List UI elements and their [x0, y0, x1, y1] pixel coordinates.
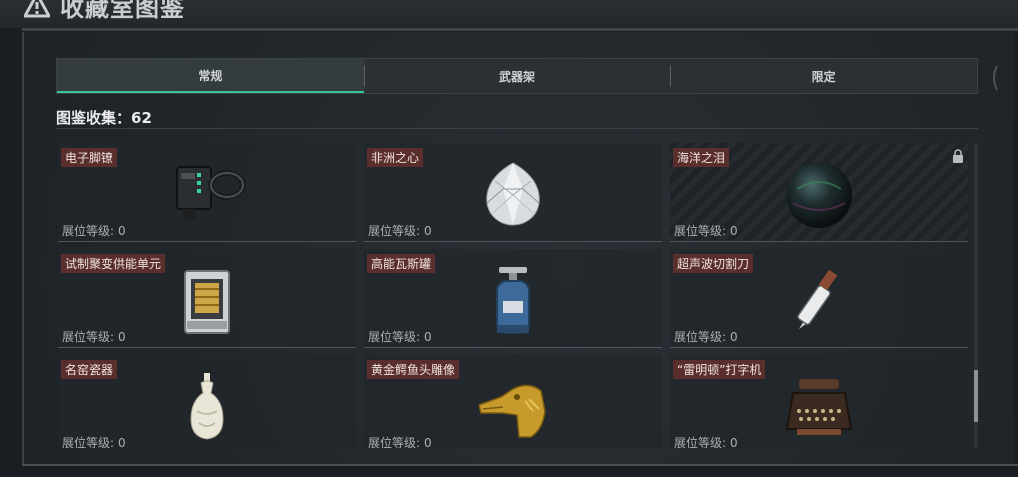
electronic-shackle-icon: [176, 166, 246, 221]
title-divider: [22, 28, 1018, 31]
item-level: 展位等级: 0: [674, 434, 738, 448]
item-card[interactable]: 名窑瓷器 展位等级: 0: [58, 355, 356, 448]
item-name: 非洲之心: [367, 148, 424, 167]
level-label: 展位等级:: [62, 330, 115, 344]
level-label: 展位等级:: [62, 224, 115, 238]
side-deco-icon: [993, 65, 998, 91]
lock-icon: [953, 149, 963, 163]
item-card[interactable]: 黄金鳄鱼头雕像 展位等级: 0: [364, 355, 662, 448]
category-tabs: 常规 武器架 限定: [56, 58, 978, 94]
gas-canister-icon: [496, 267, 530, 334]
page-title: 收藏室图鉴: [60, 0, 185, 22]
tab-label: 武器架: [499, 69, 536, 84]
porcelain-vase-icon: [190, 373, 224, 440]
item-card[interactable]: 非洲之心 展位等级: 0: [364, 143, 662, 242]
item-level: 展位等级: 0: [368, 434, 432, 448]
fusion-cell-icon: [184, 270, 230, 334]
item-grid: 电子脚镣 展位等级: 0 非洲之心 展位等级: 0 海洋之泪 展位等级: 0 试…: [58, 143, 968, 448]
level-label: 展位等级:: [368, 436, 421, 448]
level-value: 0: [118, 224, 126, 238]
level-value: 0: [118, 436, 126, 448]
level-label: 展位等级:: [674, 224, 727, 238]
level-label: 展位等级:: [368, 224, 421, 238]
level-value: 0: [730, 436, 738, 448]
item-name: 海洋之泪: [673, 148, 730, 167]
dark-pearl-icon: [786, 162, 852, 228]
title-bar: 收藏室图鉴: [0, 0, 1018, 28]
item-level: 展位等级: 0: [674, 328, 738, 345]
level-label: 展位等级:: [674, 330, 727, 344]
level-value: 0: [424, 436, 432, 448]
item-level: 展位等级: 0: [62, 222, 126, 239]
level-value: 0: [118, 330, 126, 344]
tab-weapon-rack[interactable]: 武器架: [363, 59, 671, 93]
scrollbar-thumb[interactable]: [974, 370, 978, 422]
level-label: 展位等级:: [674, 436, 727, 448]
item-name: 超声波切割刀: [673, 254, 754, 273]
item-card[interactable]: 高能瓦斯罐 展位等级: 0: [364, 249, 662, 348]
item-name: 试制聚变供能单元: [61, 254, 166, 273]
level-value: 0: [424, 330, 432, 344]
ultrasonic-knife-icon: [797, 269, 838, 329]
item-card-locked[interactable]: 海洋之泪 展位等级: 0: [670, 143, 968, 242]
item-name: 黄金鳄鱼头雕像: [367, 360, 460, 379]
tab-label: 限定: [811, 69, 836, 84]
collection-count: 图鉴收集：62: [56, 109, 152, 127]
tab-limited[interactable]: 限定: [670, 59, 977, 93]
diamond-icon: [486, 162, 540, 226]
item-name: 名窑瓷器: [61, 360, 118, 379]
item-card[interactable]: 超声波切割刀 展位等级: 0: [670, 249, 968, 348]
item-card[interactable]: 试制聚变供能单元 展位等级: 0: [58, 249, 356, 348]
collection-divider: [56, 128, 978, 129]
panel-bottom-border: [22, 464, 1018, 466]
tab-label: 常规: [198, 68, 223, 83]
typewriter-icon: [785, 379, 853, 435]
item-card[interactable]: “雷明顿”打字机 展位等级: 0: [670, 355, 968, 448]
item-level: 展位等级: 0: [674, 222, 738, 239]
item-level: 展位等级: 0: [368, 222, 432, 239]
level-value: 0: [730, 330, 738, 344]
warning-triangle-icon: [24, 0, 50, 18]
item-level: 展位等级: 0: [368, 328, 432, 345]
level-label: 展位等级:: [62, 436, 115, 448]
item-level: 展位等级: 0: [62, 434, 126, 448]
level-label: 展位等级:: [368, 330, 421, 344]
item-level: 展位等级: 0: [62, 328, 126, 345]
item-name: 高能瓦斯罐: [367, 254, 436, 273]
item-name: “雷明顿”打字机: [673, 360, 766, 379]
item-card[interactable]: 电子脚镣 展位等级: 0: [58, 143, 356, 242]
gold-crocodile-statue-icon: [478, 384, 546, 438]
level-value: 0: [730, 224, 738, 238]
level-value: 0: [424, 224, 432, 238]
item-name: 电子脚镣: [61, 148, 118, 167]
tab-regular[interactable]: 常规: [57, 59, 364, 93]
